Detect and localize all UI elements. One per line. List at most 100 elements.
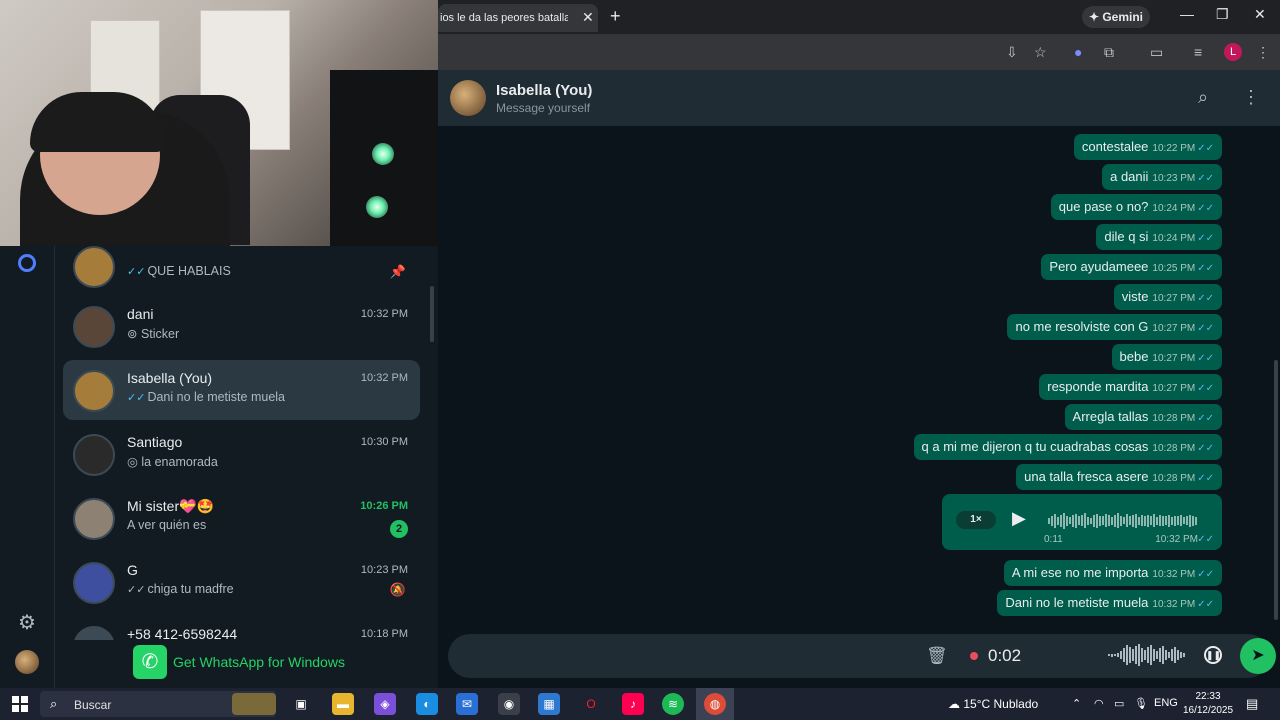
message-bubble[interactable]: Pero ayudameee 10:25 PM ✓✓ xyxy=(1041,254,1222,280)
extensions-puzzle-icon[interactable]: ⧉ xyxy=(1104,44,1114,61)
profile-icon[interactable]: L xyxy=(1224,43,1242,61)
message-bubble[interactable]: Dani no le metiste muela 10:32 PM ✓✓ xyxy=(997,590,1222,616)
gemini-button[interactable]: ✦ Gemini xyxy=(1082,6,1150,28)
browser-tab[interactable]: ios le da las peores batallas a ✕ xyxy=(438,4,598,32)
menu-kebab-icon[interactable]: ⋮ xyxy=(1242,87,1260,108)
chat-item-g[interactable]: G ✓✓ chiga tu madfre 10:23 PM 🔕 xyxy=(63,552,420,612)
taskbar-clock[interactable]: 22:33 16/12/2025 xyxy=(1180,690,1236,718)
avatar xyxy=(73,498,115,540)
chat-item-dani[interactable]: dani ⊚ Sticker 10:32 PM xyxy=(63,296,420,356)
waveform-bar xyxy=(1156,651,1158,659)
message-text: contestalee xyxy=(1081,139,1149,154)
chat-name: Mi sister💝🤩 xyxy=(127,498,214,514)
cast-icon[interactable]: ▭ xyxy=(1150,44,1163,61)
chrome-icon[interactable]: ◍ xyxy=(704,693,726,715)
tiktok-icon[interactable]: ♪ xyxy=(622,693,644,715)
edge-icon[interactable]: ◐ xyxy=(416,693,438,715)
waveform-bar xyxy=(1165,516,1167,526)
language-indicator[interactable]: ENG xyxy=(1154,697,1178,709)
opera-icon[interactable]: O xyxy=(580,693,602,715)
waveform-bar xyxy=(1153,649,1155,661)
maximize-icon[interactable]: ❐ xyxy=(1216,6,1229,23)
message-bubble[interactable]: a danii 10:23 PM ✓✓ xyxy=(1102,164,1222,190)
meta-ai-icon[interactable] xyxy=(18,254,36,272)
notification-icon[interactable]: ▤ xyxy=(1246,696,1258,712)
waveform-bar xyxy=(1159,515,1161,527)
outlook-icon[interactable]: ✉ xyxy=(456,693,478,715)
obs-icon[interactable]: ◉ xyxy=(498,693,520,715)
chat-list-scrollbar[interactable] xyxy=(430,286,434,342)
waveform-bar xyxy=(1129,516,1131,526)
message-bubble[interactable]: una talla fresca asere 10:28 PM ✓✓ xyxy=(1016,464,1222,490)
new-tab-icon[interactable]: + xyxy=(610,6,621,27)
bookmark-star-icon[interactable]: ☆ xyxy=(1034,44,1047,61)
message-bubble[interactable]: q a mi me dijeron q tu cuadrabas cosas 10… xyxy=(913,434,1222,460)
media-control-icon[interactable]: ≡ xyxy=(1194,44,1202,60)
profile-avatar[interactable] xyxy=(15,650,39,674)
waveform-bar xyxy=(1168,514,1170,527)
message-bubble[interactable]: no me resolviste con G 10:27 PM ✓✓ xyxy=(1007,314,1222,340)
send-button[interactable]: ➤ xyxy=(1240,638,1276,674)
waveform-bar xyxy=(1195,516,1197,525)
playback-speed-button[interactable]: 1× xyxy=(956,511,996,529)
extension-icon[interactable]: ● xyxy=(1074,44,1082,60)
settings-gear-icon[interactable]: ⚙ xyxy=(16,612,38,634)
voice-note-bubble[interactable]: 1× ▶ 0:11 10:32 PM ✓✓ xyxy=(942,494,1222,550)
mic-icon[interactable]: 🎙 xyxy=(1134,697,1148,710)
play-icon[interactable]: ▶ xyxy=(1012,508,1026,529)
avatar xyxy=(73,562,115,604)
close-icon[interactable]: ✕ xyxy=(582,9,594,26)
chat-name: G xyxy=(127,562,138,578)
chat-item-mi-sister[interactable]: Mi sister💝🤩 A ver quién es 10:26 PM 2 xyxy=(63,488,420,548)
get-whatsapp-banner[interactable]: ✆ Get WhatsApp for Windows xyxy=(55,640,438,688)
contact-avatar[interactable] xyxy=(450,80,486,116)
waveform-bar xyxy=(1114,654,1116,656)
chat-item-isabella[interactable]: Isabella (You) ✓✓ Dani no le metiste muel… xyxy=(63,360,420,420)
message-bubble[interactable]: que pase o no? 10:24 PM ✓✓ xyxy=(1050,194,1222,220)
battery-icon[interactable]: ▭ xyxy=(1114,697,1124,710)
nav-rail: ⚙ xyxy=(0,246,55,688)
pause-icon[interactable]: ❚❚ xyxy=(1204,646,1222,664)
waveform-bar xyxy=(1105,514,1107,528)
close-window-icon[interactable]: ✕ xyxy=(1254,6,1266,23)
search-highlight-icon[interactable] xyxy=(232,693,276,715)
install-app-icon[interactable]: ⇩ xyxy=(1006,44,1018,61)
conversation-scrollbar[interactable] xyxy=(1274,360,1278,620)
trash-icon[interactable]: 🗑 xyxy=(926,646,948,666)
avatar xyxy=(73,370,115,412)
waveform-bar xyxy=(1120,515,1122,526)
file-explorer-icon[interactable]: ▬ xyxy=(332,693,354,715)
status-ring-icon: ◎ xyxy=(127,455,142,469)
recording-bar: 🗑 0:02 ❚❚ ➤ xyxy=(448,634,1276,678)
waveform-bar xyxy=(1150,516,1152,526)
spotify-icon[interactable]: ≋ xyxy=(662,693,684,715)
network-icon[interactable]: ◠ xyxy=(1094,697,1104,710)
voice-waveform[interactable] xyxy=(1048,512,1206,529)
chat-item-santiago[interactable]: Santiago ◎ la enamorada 10:30 PM xyxy=(63,424,420,484)
get-whatsapp-link[interactable]: Get WhatsApp for Windows xyxy=(173,654,345,670)
search-icon[interactable]: ⌕ xyxy=(1198,87,1208,108)
waveform-bar xyxy=(1054,513,1056,528)
copilot-icon[interactable]: ◈ xyxy=(374,693,396,715)
chevron-up-icon[interactable]: ⌃ xyxy=(1072,697,1081,710)
task-view-icon[interactable]: ▣ xyxy=(290,693,312,715)
message-bubble[interactable]: bebe 10:27 PM ✓✓ xyxy=(1111,344,1222,370)
store-icon[interactable]: ▦ xyxy=(538,693,560,715)
waveform-bar xyxy=(1075,513,1077,528)
waveform-bar xyxy=(1135,513,1137,528)
read-check-icon: ✓✓ xyxy=(1197,203,1214,214)
recording-waveform xyxy=(1108,644,1186,668)
message-bubble[interactable]: dile q si 10:24 PM ✓✓ xyxy=(1096,224,1222,250)
unread-badge: 2 xyxy=(390,520,408,538)
avatar xyxy=(73,434,115,476)
message-bubble[interactable]: responde mardita 10:27 PM ✓✓ xyxy=(1039,374,1222,400)
minimize-icon[interactable]: — xyxy=(1180,6,1194,22)
message-bubble[interactable]: contestalee 10:22 PM ✓✓ xyxy=(1073,134,1222,160)
menu-kebab-icon[interactable]: ⋮ xyxy=(1256,44,1270,61)
message-bubble[interactable]: A mi ese no me importa 10:32 PM ✓✓ xyxy=(1003,560,1222,586)
windows-start-icon[interactable] xyxy=(12,696,28,712)
message-bubble[interactable]: Arregla tallas 10:28 PM ✓✓ xyxy=(1064,404,1222,430)
conversation-header[interactable]: Isabella (You) Message yourself ⌕ ⋮ xyxy=(438,70,1280,126)
message-bubble[interactable]: viste 10:27 PM ✓✓ xyxy=(1113,284,1222,310)
weather-widget[interactable]: ☁ 15°C Nublado xyxy=(948,697,1038,711)
